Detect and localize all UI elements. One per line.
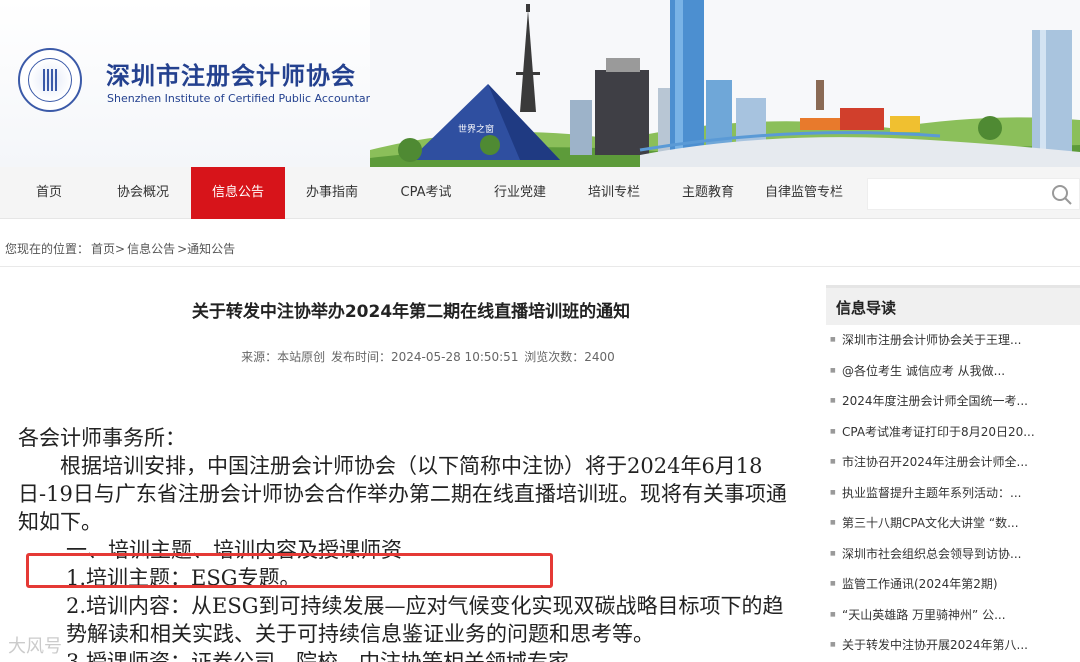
article-item-content-text: 2.培训内容：从ESG到可持续发展—应对气候变化实现双碳战略目标项下的趋势解读和… bbox=[66, 594, 784, 646]
site-title[interactable]: 深圳市注册会计师协会 bbox=[106, 56, 356, 91]
breadcrumb-home[interactable]: 首页> bbox=[91, 242, 125, 256]
sidebar-link[interactable]: CPA考试准考证打印于8月20日20... bbox=[830, 421, 1078, 452]
association-emblem-icon[interactable] bbox=[18, 48, 82, 112]
article-meta: 来源：本站原创 发布时间：2024-05-28 10:50:51 浏览次数：24… bbox=[0, 348, 856, 365]
article-paragraph: 根据培训安排，中国注册会计师协会（以下简称中注协）将于2024年6月18日-19… bbox=[18, 454, 787, 534]
pyramid-sign: 世界之窗 bbox=[458, 123, 494, 135]
nav-item-party[interactable]: 行业党建 bbox=[484, 167, 556, 219]
article-source: 来源：本站原创 bbox=[241, 350, 326, 364]
watermark: 大风号 bbox=[8, 636, 62, 657]
article-item-content: 2.培训内容：从ESG到可持续发展—应对气候变化实现双碳战略目标项下的趋势解读和… bbox=[18, 592, 798, 648]
skyline-illustration: 世界之窗 bbox=[370, 0, 1080, 167]
info-sidebar: 信息导读 深圳市注册会计师协会关于王理... @各位考生 诚信应考 从我做...… bbox=[826, 285, 1080, 662]
article-item-lecturers: 3.授课师资：证券公司、院校、中注协等相关领域专家。 bbox=[66, 650, 591, 662]
sidebar-list: 深圳市注册会计师协会关于王理... @各位考生 诚信应考 从我做... 2024… bbox=[830, 329, 1078, 662]
article-publish-time: 发布时间：2024-05-28 10:50:51 bbox=[331, 350, 519, 364]
sidebar-link[interactable]: 2024年度注册会计师全国统一考... bbox=[830, 390, 1078, 421]
article-view-count: 浏览次数：2400 bbox=[524, 350, 615, 364]
highlight-annotation-box bbox=[26, 553, 553, 588]
sidebar-link[interactable]: 市注协召开2024年注册会计师全... bbox=[830, 451, 1078, 482]
breadcrumb-prefix: 您现在的位置： bbox=[5, 242, 90, 256]
nav-item-supervision[interactable]: 自律监管专栏 bbox=[756, 167, 852, 219]
sidebar-link[interactable]: 关于转发中注协开展2024年第八... bbox=[830, 634, 1078, 662]
breadcrumb-current[interactable]: >通知公告 bbox=[177, 242, 235, 256]
breadcrumb-notices[interactable]: 信息公告 bbox=[127, 242, 175, 256]
sidebar-link[interactable]: “天山英雄路 万里骑神州” 公... bbox=[830, 604, 1078, 635]
nav-item-theme-education[interactable]: 主题教育 bbox=[672, 167, 744, 219]
nav-item-notices[interactable]: 信息公告 bbox=[191, 167, 285, 219]
article-body: 各会计师事务所： 根据培训安排，中国注册会计师协会（以下简称中注协）将于2024… bbox=[18, 424, 798, 662]
nav-item-training[interactable]: 培训专栏 bbox=[578, 167, 650, 219]
sidebar-link[interactable]: 深圳市社会组织总会领导到访协... bbox=[830, 543, 1078, 574]
nav-item-guide[interactable]: 办事指南 bbox=[296, 167, 368, 219]
search-input[interactable] bbox=[867, 178, 1080, 210]
article-salutation: 各会计师事务所： bbox=[18, 426, 186, 450]
sidebar-link[interactable]: 执业监督提升主题年系列活动：... bbox=[830, 482, 1078, 513]
sidebar-link[interactable]: 深圳市注册会计师协会关于王理... bbox=[830, 329, 1078, 360]
sidebar-link[interactable]: 第三十八期CPA文化大讲堂 “数... bbox=[830, 512, 1078, 543]
nav-item-about[interactable]: 协会概况 bbox=[108, 167, 178, 219]
breadcrumb-divider bbox=[0, 266, 1080, 267]
sidebar-title: 信息导读 bbox=[836, 299, 897, 317]
header-banner: 深圳市注册会计师协会 Shenzhen Institute of Certifi… bbox=[0, 0, 1080, 167]
search-icon[interactable] bbox=[1050, 183, 1074, 207]
sidebar-link[interactable]: 监管工作通讯(2024年第2期) bbox=[830, 573, 1078, 604]
site-subtitle: Shenzhen Institute of Certified Public A… bbox=[107, 92, 383, 105]
breadcrumb: 您现在的位置： 首页> 信息公告 >通知公告 bbox=[5, 240, 237, 257]
nav-item-home[interactable]: 首页 bbox=[20, 167, 78, 219]
sidebar-header: 信息导读 bbox=[826, 285, 1080, 325]
article-title: 关于转发中注协举办2024年第二期在线直播培训班的通知 bbox=[191, 302, 631, 322]
nav-item-cpa-exam[interactable]: CPA考试 bbox=[390, 167, 462, 219]
sidebar-link[interactable]: @各位考生 诚信应考 从我做... bbox=[830, 360, 1078, 391]
